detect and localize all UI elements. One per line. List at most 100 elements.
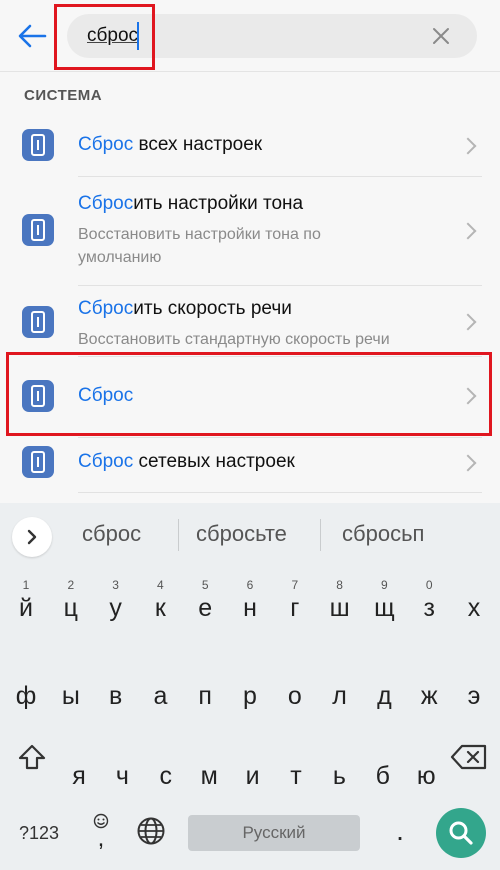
result-title: Сбросить скорость речи [78,298,292,319]
search-key[interactable] [436,808,486,858]
key-label: б [375,762,390,790]
key-к[interactable]: 4к [140,571,180,627]
result-reset-tone-settings[interactable]: Сбросить настройки тона Восстановить нас… [0,177,500,285]
key-label: й [19,594,33,622]
key-е[interactable]: 5е [185,571,225,627]
key-т[interactable]: т [276,739,316,795]
key-label: п [198,682,212,710]
emoji-comma-key[interactable]: , [84,805,118,857]
key-о[interactable]: о [275,659,315,715]
key-д[interactable]: д [364,659,404,715]
suggestion-1[interactable]: сброс [82,521,141,547]
key-ю[interactable]: ю [406,739,446,795]
symbols-key[interactable]: ?123 [10,817,68,849]
key-з[interactable]: 0з [409,571,449,627]
key-щ[interactable]: 9щ [364,571,404,627]
key-ы[interactable]: ы [51,659,91,715]
phone-icon [22,380,54,412]
key-number-hint: 6 [246,578,254,592]
result-title: Сброс сетевых настроек [78,451,295,472]
result-reset[interactable]: Сброс [0,357,500,435]
result-reset-all-settings[interactable]: Сброс всех настроек [0,114,500,176]
key-label: ф [15,682,37,710]
language-key[interactable] [132,811,170,851]
text-caret [137,22,139,50]
key-л[interactable]: л [320,659,360,715]
result-title: Сброс всех настроек [78,134,263,155]
key-х[interactable]: х [454,571,494,627]
key-label: ж [420,682,438,710]
key-ч[interactable]: ч [102,739,142,795]
key-у[interactable]: 3у [96,571,136,627]
key-п[interactable]: п [185,659,225,715]
section-title: СИСТЕМА [24,87,103,104]
suggestion-2[interactable]: сбросьте [196,521,287,547]
key-label: м [200,762,218,790]
key-в[interactable]: в [96,659,136,715]
phone-icon [22,446,54,478]
key-я[interactable]: я [59,739,99,795]
chevron-right-icon [459,313,477,331]
key-и[interactable]: и [233,739,273,795]
backspace-key[interactable] [448,737,490,777]
key-г[interactable]: 7г [275,571,315,627]
back-button[interactable] [14,18,50,54]
key-label: э [467,682,481,710]
key-label: к [154,594,166,622]
key-р[interactable]: р [230,659,270,715]
result-reset-speech-rate[interactable]: Сбросить скорость речи Восстановить стан… [0,286,500,354]
clear-search-button[interactable] [429,24,453,48]
key-label: щ [374,594,395,622]
key-label: о [287,682,302,710]
divider [78,492,482,493]
key-number-hint: 5 [201,578,209,592]
phone-icon [22,129,54,161]
comma-label: , [97,825,105,852]
key-а[interactable]: а [140,659,180,715]
key-ф[interactable]: ф [6,659,46,715]
key-ш[interactable]: 8ш [320,571,360,627]
key-label: а [153,682,168,710]
search-icon [449,821,473,845]
key-label: д [377,682,392,710]
close-icon [433,28,449,44]
key-number-hint: 1 [22,578,30,592]
key-number-hint: 4 [157,578,164,592]
key-label: е [198,594,213,622]
search-box[interactable] [67,14,477,58]
suggestion-bar: сброс сбросьте сбросьп [0,503,500,565]
key-label: в [108,682,123,710]
expand-suggestions-button[interactable] [12,517,52,557]
key-label: т [290,762,302,790]
chevron-right-icon [459,137,477,155]
search-header [0,0,500,72]
space-key[interactable]: Русский [188,815,360,851]
key-label: ю [416,762,436,790]
backspace-icon [450,744,487,770]
period-key[interactable]: . [384,811,416,851]
key-й[interactable]: 1й [6,571,46,627]
key-н[interactable]: 6н [230,571,270,627]
key-м[interactable]: м [189,739,229,795]
key-label: и [245,762,260,790]
key-с[interactable]: с [146,739,186,795]
key-б[interactable]: б [363,739,403,795]
divider [178,519,179,551]
key-label: у [109,594,122,622]
key-label: ь [332,762,346,790]
phone-icon [22,306,54,338]
back-arrow-icon [18,24,47,48]
key-number-hint: 8 [336,578,343,592]
key-number-hint: 3 [112,578,119,592]
key-ц[interactable]: 2ц [51,571,91,627]
key-ж[interactable]: ж [409,659,449,715]
result-reset-network-settings[interactable]: Сброс сетевых настроек [0,438,500,494]
key-label: н [243,594,257,622]
key-label: ц [63,594,78,622]
key-number-hint: 2 [67,578,75,592]
globe-icon [137,817,165,845]
shift-key[interactable] [14,737,50,777]
key-э[interactable]: э [454,659,494,715]
key-ь[interactable]: ь [319,739,359,795]
suggestion-3[interactable]: сбросьп [342,521,424,547]
